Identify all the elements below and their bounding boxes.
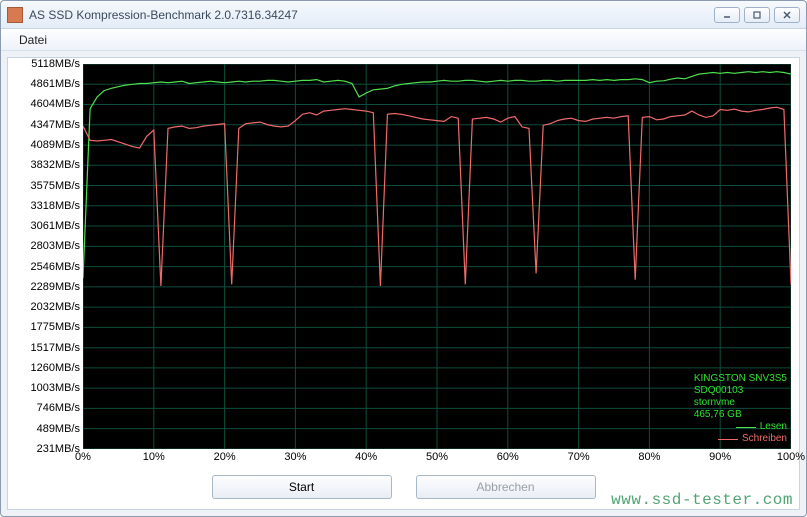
cancel-button[interactable]: Abbrechen [416,475,596,499]
close-button[interactable] [774,7,800,23]
x-tick-label: 50% [426,451,448,463]
maximize-button[interactable] [744,7,770,23]
x-tick-label: 10% [143,451,165,463]
y-tick-label: 1003MB/s [30,382,80,394]
app-icon [7,7,23,23]
y-tick-label: 3318MB/s [30,200,80,212]
x-tick-label: 100% [777,451,805,463]
y-tick-label: 2032MB/s [30,301,80,313]
y-tick-label: 1260MB/s [30,362,80,374]
y-tick-label: 4089MB/s [30,139,80,151]
y-tick-label: 489MB/s [37,423,80,435]
titlebar[interactable]: AS SSD Kompression-Benchmark 2.0.7316.34… [1,1,806,29]
chart: KINGSTON SNV3S5 SDQ00103 stornvme 465,76… [8,58,799,509]
y-tick-label: 1517MB/s [30,342,80,354]
y-tick-label: 3575MB/s [30,180,80,192]
x-tick-label: 40% [355,451,377,463]
y-tick-label: 2546MB/s [30,261,80,273]
x-tick-label: 70% [568,451,590,463]
window-title: AS SSD Kompression-Benchmark 2.0.7316.34… [29,8,714,22]
y-tick-label: 2289MB/s [30,281,80,293]
x-tick-label: 0% [75,451,91,463]
x-tick-label: 80% [638,451,660,463]
y-tick-label: 3061MB/s [30,220,80,232]
menu-file[interactable]: Datei [11,31,55,49]
x-tick-label: 30% [284,451,306,463]
menubar: Datei [1,29,806,51]
y-tick-label: 5118MB/s [31,58,80,70]
y-tick-label: 231MB/s [37,443,80,455]
start-button[interactable]: Start [212,475,392,499]
client-area: KINGSTON SNV3S5 SDQ00103 stornvme 465,76… [7,57,800,510]
y-tick-label: 4604MB/s [30,98,80,110]
y-tick-label: 746MB/s [37,402,80,414]
x-tick-label: 60% [497,451,519,463]
y-tick-label: 3832MB/s [30,159,80,171]
app-window: AS SSD Kompression-Benchmark 2.0.7316.34… [0,0,807,517]
x-tick-label: 20% [214,451,236,463]
plot-area: KINGSTON SNV3S5 SDQ00103 stornvme 465,76… [83,64,791,449]
y-tick-label: 4347MB/s [30,119,80,131]
y-tick-label: 4861MB/s [30,78,80,90]
x-tick-label: 90% [709,451,731,463]
y-tick-label: 1775MB/s [30,321,80,333]
button-bar: Start Abbrechen [8,475,799,499]
y-tick-label: 2803MB/s [30,240,80,252]
minimize-button[interactable] [714,7,740,23]
